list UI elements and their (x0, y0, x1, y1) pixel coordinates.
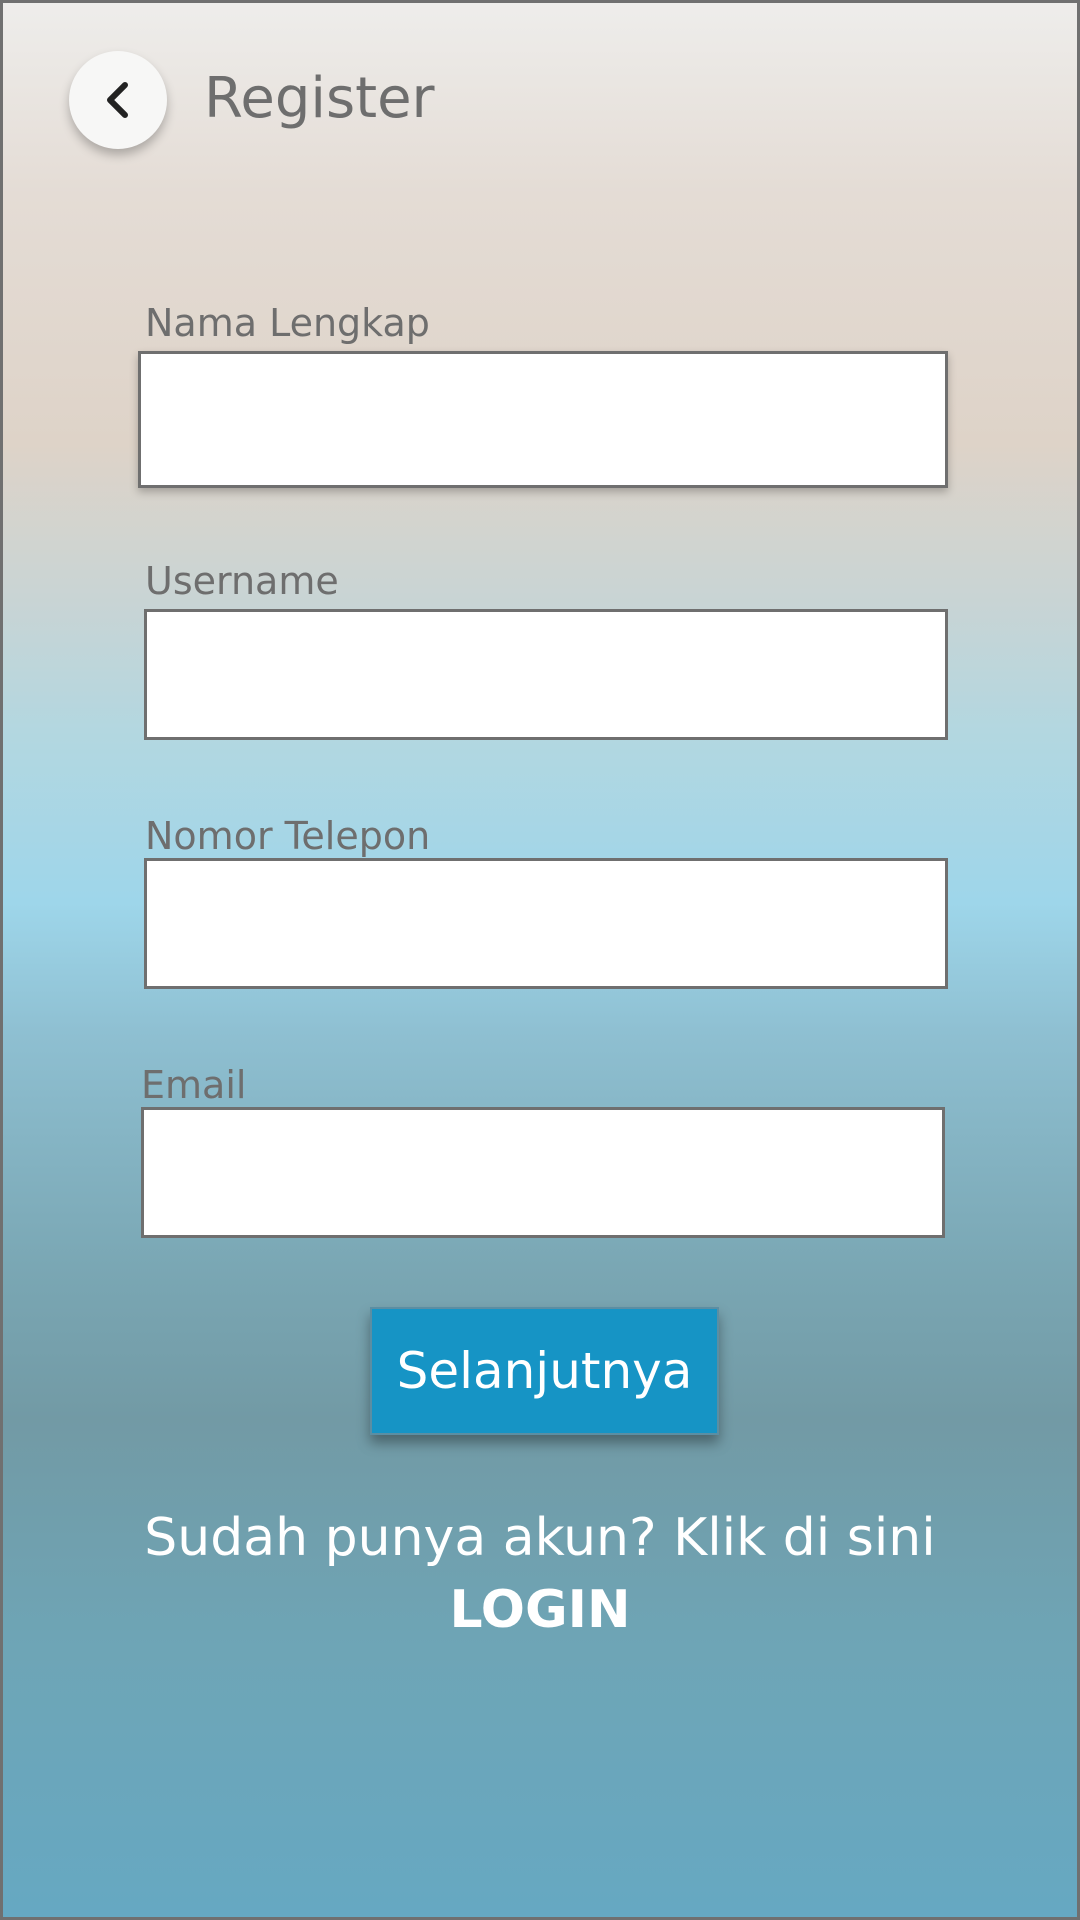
email-label: Email (141, 1063, 247, 1107)
phone-number-label: Nomor Telepon (145, 814, 431, 858)
email-field[interactable] (141, 1107, 945, 1238)
full-name-label: Nama Lengkap (145, 301, 430, 345)
chevron-left-icon (107, 82, 128, 118)
login-prompt-text: Sudah punya akun? Klik di sini (144, 1508, 936, 1568)
username-field[interactable] (144, 609, 948, 740)
full-name-field[interactable] (138, 351, 948, 488)
page-title: Register (204, 66, 435, 131)
next-button[interactable]: Selanjutnya (370, 1307, 719, 1435)
back-button[interactable] (69, 51, 167, 149)
register-screen: Register Nama Lengkap Username Nomor Tel… (0, 0, 1080, 1920)
username-label: Username (145, 559, 339, 603)
phone-number-field[interactable] (144, 858, 948, 989)
login-link[interactable]: LOGIN (3, 1579, 1077, 1641)
